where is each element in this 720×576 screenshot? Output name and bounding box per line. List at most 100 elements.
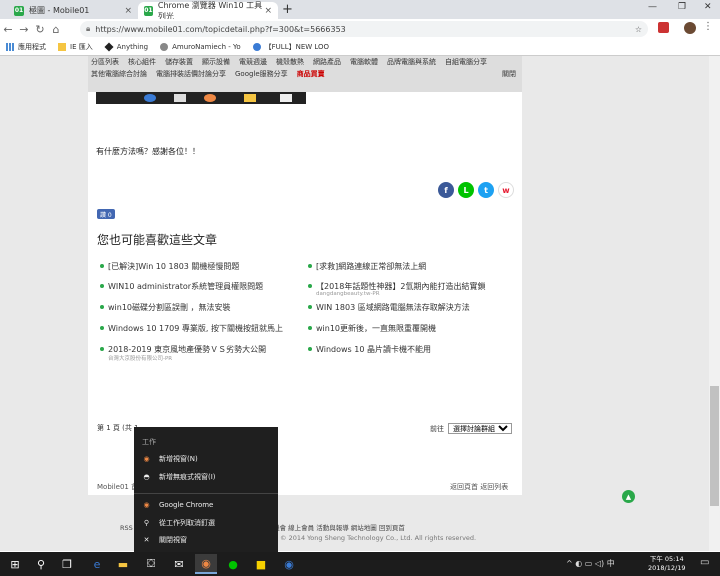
folder-icon — [58, 43, 66, 51]
tab-close-icon[interactable]: × — [124, 6, 132, 16]
notification-icon[interactable]: ▭ — [700, 557, 709, 568]
mail-icon[interactable]: ✉ — [168, 554, 190, 574]
bookmark-amuro[interactable]: AmuroNamiech - Yo — [160, 43, 241, 51]
windows-start-icon[interactable]: ⊞ — [4, 554, 26, 574]
related-link[interactable]: [已解決]Win 10 1803 關機極慢問題 — [99, 261, 239, 272]
toolbar: ← → ↻ ⌂ 🔒︎ https://www.mobile01.com/topi… — [0, 19, 720, 39]
scroll-top-icon[interactable]: ▲ — [622, 490, 635, 503]
tab-title: 極圖 - Mobile01 — [29, 6, 90, 15]
footer-nav-links[interactable]: 返回頁首 返回列表 — [450, 482, 508, 492]
related-link[interactable]: win10更新後，一直無限重覆開機 — [307, 323, 436, 334]
menu-kebab-icon[interactable]: ⋮ — [703, 21, 713, 32]
bookmark-label: Anything — [116, 43, 149, 51]
bookmark-star-icon[interactable]: ☆ — [635, 25, 642, 34]
chrome-app-item[interactable]: ◉ Google Chrome — [142, 499, 213, 511]
line-icon[interactable]: L — [458, 182, 474, 198]
like-button[interactable]: 讚 0 — [97, 209, 115, 219]
weibo-icon[interactable]: w — [498, 182, 514, 198]
search-icon[interactable]: ⚲ — [30, 554, 52, 574]
forum-select[interactable]: 選擇討論群組 — [448, 423, 512, 434]
home-icon[interactable]: ⌂ — [48, 23, 64, 36]
page-scrollbar[interactable] — [709, 56, 720, 551]
store-icon[interactable]: ⛋ — [140, 554, 162, 574]
forward-arrow-icon[interactable]: → — [16, 23, 32, 36]
related-link[interactable]: WIN 1803 區域網路電腦無法存取解決方法 — [308, 302, 470, 313]
twitter-icon[interactable]: t — [478, 182, 494, 198]
bookmark-anything[interactable]: Anything — [104, 42, 149, 52]
store-icon — [174, 94, 186, 102]
new-incognito-item[interactable]: ◓ 新增無痕式視窗(I) — [142, 471, 215, 483]
bookmark-full-new[interactable]: 【FULL】NEW LOO — [252, 42, 329, 52]
edge-icon[interactable]: e — [86, 554, 108, 574]
category-link[interactable]: 電腦排裝話價討論分享 — [156, 69, 226, 79]
category-row-2: 其他電腦綜合討論 電腦排裝話價討論分享 Google服務分享 商品買賣 關閉 — [88, 68, 522, 80]
scrollbar-thumb[interactable] — [710, 386, 719, 506]
footer-breadcrumb[interactable]: Mobile01 首 — [97, 482, 138, 492]
bookmark-ie-import[interactable]: IE 匯入 — [58, 42, 93, 52]
related-link[interactable]: [求救]網路連線正常卻無法上網 — [307, 261, 426, 272]
post-question: 有什麼方法嗎？感謝各位！！ — [96, 147, 200, 156]
close-window-button[interactable]: ✕ — [704, 2, 712, 12]
page-indicator: 第 1 頁 (共 1 — [97, 424, 139, 432]
profile-avatar[interactable] — [684, 22, 696, 34]
bookmark-label: 應用程式 — [18, 43, 46, 51]
minimize-button[interactable]: — — [648, 2, 657, 12]
related-link[interactable]: win10磁碟分割區誤刪 ，無法安裝 — [100, 302, 231, 313]
ad-source: dangdangbeauty.tw-PR — [316, 291, 380, 297]
tab-mobile01[interactable]: 01 極圖 - Mobile01 × — [8, 2, 138, 19]
tab-close-icon[interactable]: × — [264, 6, 272, 16]
taskbar-jumplist: 工作 ◉ 新增視窗(N) ◓ 新增無痕式視窗(I) ◉ Google Chrom… — [134, 427, 278, 552]
file-explorer-icon[interactable]: ▬ — [112, 554, 134, 574]
related-title: 您也可能喜歡這些文章 — [97, 233, 218, 247]
jumplist-divider — [134, 493, 278, 494]
task-view-icon[interactable]: ❐ — [56, 554, 78, 574]
tab-active[interactable]: 01 Chrome 瀏覽器 Win10 工具列光 × — [138, 1, 278, 21]
related-link[interactable]: Windows 10 1709 專業版, 按下關機按鈕就馬上 — [100, 323, 283, 334]
reload-icon[interactable]: ↻ — [32, 23, 48, 36]
line-app-icon[interactable]: ● — [222, 554, 244, 574]
bookmark-apps[interactable]: 應用程式 — [6, 42, 46, 52]
category-link[interactable]: 品牌電腦與系統 — [387, 57, 436, 67]
category-link[interactable]: 網路產品 — [313, 57, 341, 67]
unpin-item[interactable]: ⚲ 從工作列取消釘選 — [142, 517, 215, 529]
category-link[interactable]: 電競週邊 — [239, 57, 267, 67]
category-link[interactable]: 顯示設備 — [202, 57, 230, 67]
jumplist-label: Google Chrome — [159, 501, 214, 509]
site-icon — [160, 43, 169, 51]
system-tray[interactable]: ^ ◐ ▭ ◁) 中 — [566, 558, 615, 569]
category-link[interactable]: 儲存裝置 — [165, 57, 193, 67]
chrome-window-icon[interactable]: ◉ — [278, 554, 300, 574]
incognito-icon: ◓ — [143, 473, 150, 481]
category-link[interactable]: 自組電腦分享 — [445, 57, 487, 67]
extension-icon[interactable] — [658, 22, 669, 33]
back-arrow-icon[interactable]: ← — [0, 23, 16, 36]
chrome-taskbar-icon[interactable]: ◉ — [195, 554, 217, 574]
chrome-icon: ◉ — [143, 501, 150, 509]
clock-date: 2018/12/19 — [648, 564, 686, 572]
new-tab-button[interactable]: + — [282, 2, 293, 17]
category-link[interactable]: 其他電腦綜合討論 — [91, 69, 147, 79]
category-link[interactable]: Google服務分享 — [235, 69, 288, 79]
address-bar[interactable]: 🔒︎ https://www.mobile01.com/topicdetail.… — [80, 21, 648, 37]
related-link[interactable]: Windows 10 晶片讀卡機不能用 — [308, 344, 431, 355]
category-link[interactable]: 電腦軟體 — [350, 57, 378, 67]
ad-source: 台灣大京股份有限公司-PR — [108, 356, 173, 362]
maximize-button[interactable]: ❐ — [678, 2, 686, 12]
close-window-item[interactable]: ✕ 關閉視窗 — [142, 534, 187, 546]
related-link[interactable]: WIN10 administrator系統管理員權限問題 — [99, 281, 263, 292]
category-link-hot[interactable]: 商品買賣 — [297, 69, 325, 79]
windows-taskbar: ⊞ ⚲ ❐ e ▬ ⛋ ✉ ◉ ● ■ ◉ ^ ◐ ▭ ◁) 中 下午 05:1… — [0, 552, 720, 576]
facebook-icon[interactable]: f — [438, 182, 454, 198]
bookmark-label: AmuroNamiech - Yo — [172, 43, 241, 51]
notes-app-icon[interactable]: ■ — [250, 554, 272, 574]
clock[interactable]: 下午 05:14 2018/12/19 — [648, 555, 685, 573]
new-window-item[interactable]: ◉ 新增視窗(N) — [142, 453, 197, 465]
globe-icon — [252, 43, 261, 51]
category-link[interactable]: 機殼散熱 — [276, 57, 304, 67]
category-link[interactable]: 核心組件 — [128, 57, 156, 67]
category-link[interactable]: 分區列表 — [91, 57, 119, 67]
mobile01-favicon-icon: 01 — [144, 5, 153, 16]
edge-icon — [144, 94, 156, 102]
close-nav-link[interactable]: 關閉 — [502, 69, 516, 79]
goto-label: 前往 — [430, 424, 444, 433]
